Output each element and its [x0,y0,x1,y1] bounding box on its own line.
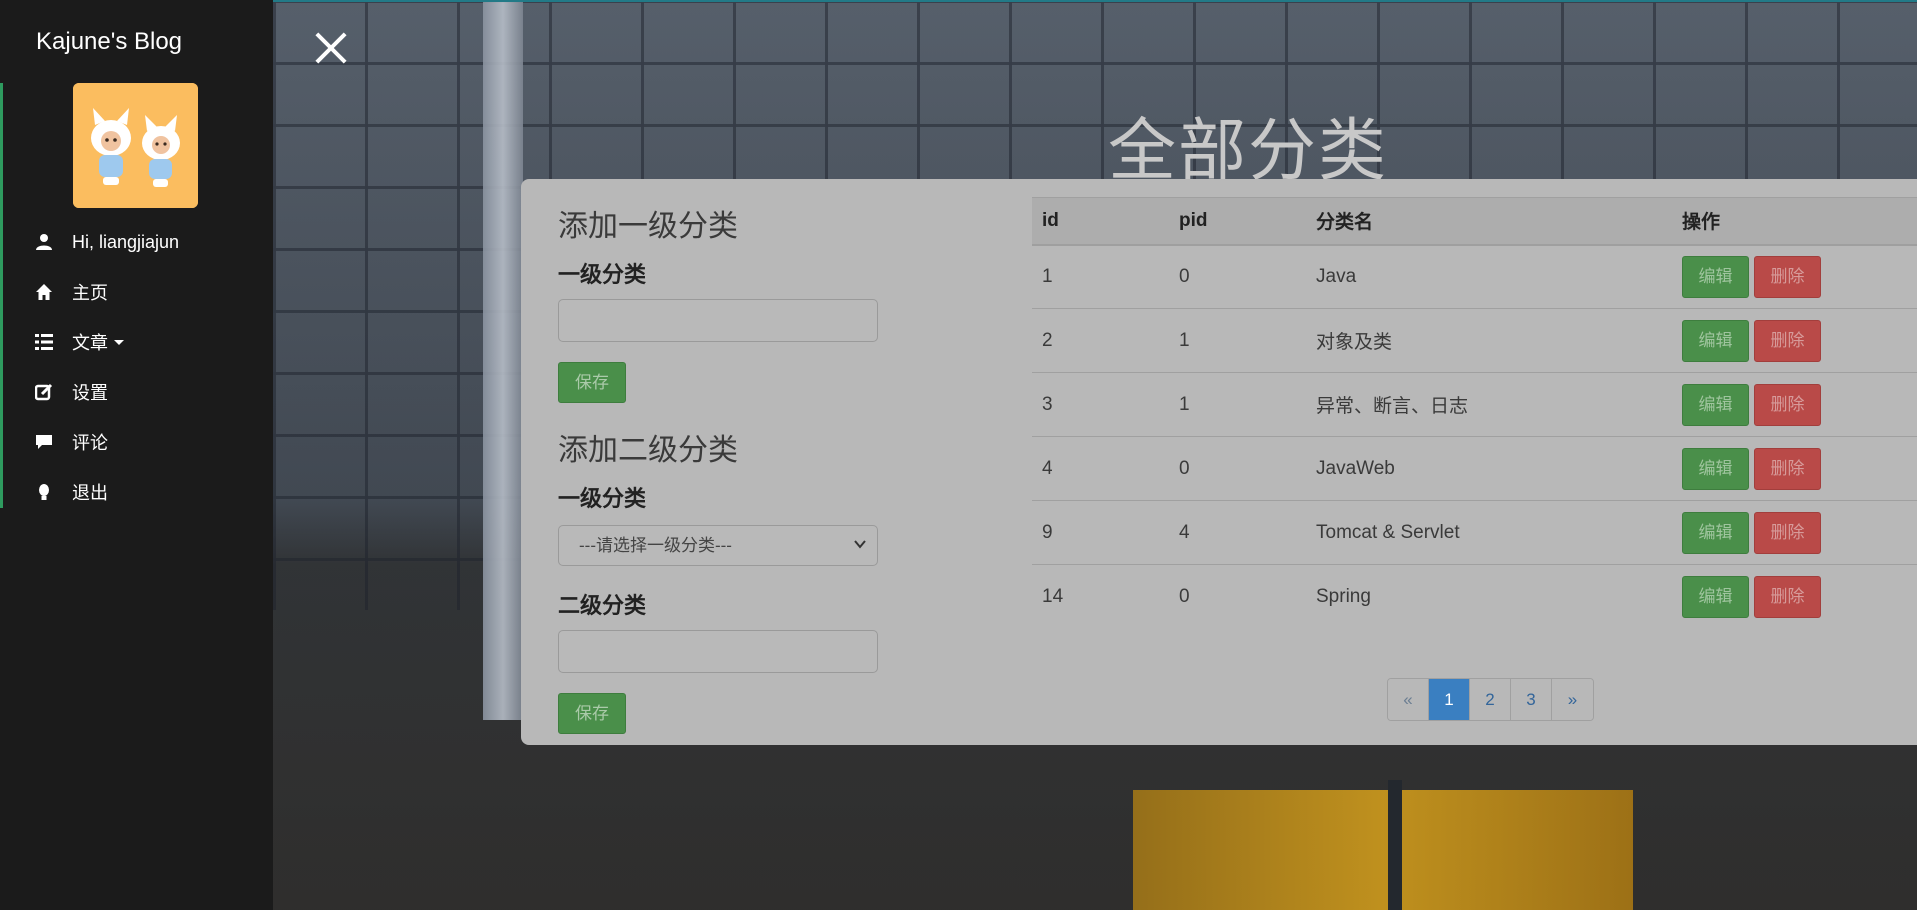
cell-id: 3 [1042,393,1053,415]
home-icon [34,282,54,302]
table-body: 1 0 Java 编辑 删除 2 1 对象及类 编辑 删除 3 1 异常、断言、日志 编辑 删除 4 0 Java… [1032,245,1917,629]
sidebar-item-articles[interactable]: 文章 [0,317,273,367]
background-window [1133,790,1633,910]
sidebar-item-label: 评论 [72,433,108,453]
sidebar-item-comments[interactable]: 评论 [0,417,273,467]
pagination: « 1 2 3 » [1387,678,1594,721]
list-icon [34,332,54,352]
sidebar-item-logout[interactable]: 退出 [0,467,273,517]
pagination-prev[interactable]: « [1388,679,1429,720]
avatar[interactable] [73,83,198,208]
delete-button[interactable]: 删除 [1754,255,1821,298]
cell-id: 4 [1042,457,1053,479]
parent-category-label: 一级分类 [558,487,647,512]
save-secondary-button[interactable]: 保存 [558,693,626,734]
header-pid: pid [1179,209,1208,231]
primary-category-label: 一级分类 [558,263,647,288]
category-panel: 添加一级分类 一级分类 保存 添加二级分类 一级分类 ---请选择一级分类---… [521,179,1917,745]
comment-icon [34,432,54,452]
delete-button[interactable]: 删除 [1754,319,1821,362]
cell-name: Spring [1316,585,1371,607]
delete-button[interactable]: 删除 [1754,511,1821,554]
header-name: 分类名 [1316,212,1374,234]
cell-name: 对象及类 [1316,332,1393,353]
primary-category-input[interactable] [558,299,878,342]
cell-actions: 编辑 删除 [1672,309,1917,373]
delete-button[interactable]: 删除 [1754,383,1821,426]
category-form: 添加一级分类 一级分类 保存 添加二级分类 一级分类 ---请选择一级分类---… [558,201,878,734]
cell-id: 9 [1042,521,1053,543]
greeting-text: Hi, liangjiajun [72,231,180,252]
parent-category-select-value: ---请选择一级分类--- [579,536,732,555]
cell-actions: 编辑 删除 [1672,437,1917,501]
cell-pid: 0 [1179,585,1190,607]
edit-button[interactable]: 编辑 [1682,575,1749,618]
cell-actions: 编辑 删除 [1672,501,1917,565]
sidebar-item-label: 退出 [72,483,108,503]
edit-button[interactable]: 编辑 [1682,511,1749,554]
edit-icon [34,382,54,402]
table-row: 2 1 对象及类 编辑 删除 [1032,309,1917,373]
edit-button[interactable]: 编辑 [1682,255,1749,298]
pagination-page-3[interactable]: 3 [1511,679,1552,720]
edit-button[interactable]: 编辑 [1682,447,1749,490]
background-pipe [483,0,523,720]
close-icon[interactable] [312,28,350,66]
table-row: 14 0 Spring 编辑 删除 [1032,565,1917,629]
add-primary-title: 添加一级分类 [558,209,738,244]
edit-button[interactable]: 编辑 [1682,319,1749,362]
header-actions: 操作 [1682,212,1721,234]
add-secondary-title: 添加二级分类 [558,433,738,468]
cell-pid: 4 [1179,521,1190,543]
cell-actions: 编辑 删除 [1672,245,1917,309]
user-icon [34,232,54,252]
avatar-illustration [73,83,198,208]
cell-name: Tomcat & Servlet [1316,521,1460,543]
secondary-category-input[interactable] [558,630,878,673]
sidebar-item-settings[interactable]: 设置 [0,367,273,417]
sidebar-item-label: 主页 [72,283,108,303]
cell-id: 1 [1042,265,1053,287]
pagination-page-2[interactable]: 2 [1470,679,1511,720]
chevron-down-icon [854,540,866,549]
save-primary-button[interactable]: 保存 [558,362,626,403]
table-header-row: id pid 分类名 操作 [1032,197,1917,245]
category-table: id pid 分类名 操作 1 0 Java 编辑 删除 2 1 对象及类 编辑 删除 3 1 异常、断… [1032,197,1917,629]
background-window-frame [1388,780,1402,910]
cell-id: 14 [1042,585,1064,607]
cell-pid: 0 [1179,457,1190,479]
top-border-line [273,0,1917,2]
table-row: 9 4 Tomcat & Servlet 编辑 删除 [1032,501,1917,565]
edit-button[interactable]: 编辑 [1682,383,1749,426]
sidebar-item-home[interactable]: 主页 [0,267,273,317]
cell-name: JavaWeb [1316,457,1395,479]
table-row: 1 0 Java 编辑 删除 [1032,245,1917,309]
brand-title[interactable]: Kajune's Blog [36,28,182,56]
cell-actions: 编辑 删除 [1672,373,1917,437]
sidebar: Kajune's Blog Hi, liangjiajun 主页 文章 设置 评… [0,0,273,910]
cell-pid: 1 [1179,393,1190,415]
table-row: 4 0 JavaWeb 编辑 删除 [1032,437,1917,501]
cell-actions: 编辑 删除 [1672,565,1917,629]
delete-button[interactable]: 删除 [1754,575,1821,618]
parent-category-select[interactable]: ---请选择一级分类--- [558,525,878,566]
chevron-down-icon [114,339,124,345]
category-table-area: id pid 分类名 操作 1 0 Java 编辑 删除 2 1 对象及类 编辑 删除 3 1 异常、断… [1032,197,1917,629]
header-id: id [1042,209,1059,231]
sidebar-item-label: 文章 [72,333,108,353]
cell-id: 2 [1042,329,1053,351]
sidebar-item-label: 设置 [72,383,108,403]
table-row: 3 1 异常、断言、日志 编辑 删除 [1032,373,1917,437]
pagination-next[interactable]: » [1552,679,1593,720]
cell-name: Java [1316,265,1357,287]
secondary-category-label: 二级分类 [558,594,647,619]
delete-button[interactable]: 删除 [1754,447,1821,490]
cell-name: 异常、断言、日志 [1316,396,1469,417]
pagination-page-1[interactable]: 1 [1429,679,1470,720]
cell-pid: 0 [1179,265,1190,287]
cell-pid: 1 [1179,329,1190,351]
sidebar-nav: Hi, liangjiajun 主页 文章 设置 评论 退出 [0,217,273,517]
sidebar-greeting[interactable]: Hi, liangjiajun [0,217,273,267]
lightbulb-icon [34,482,54,502]
